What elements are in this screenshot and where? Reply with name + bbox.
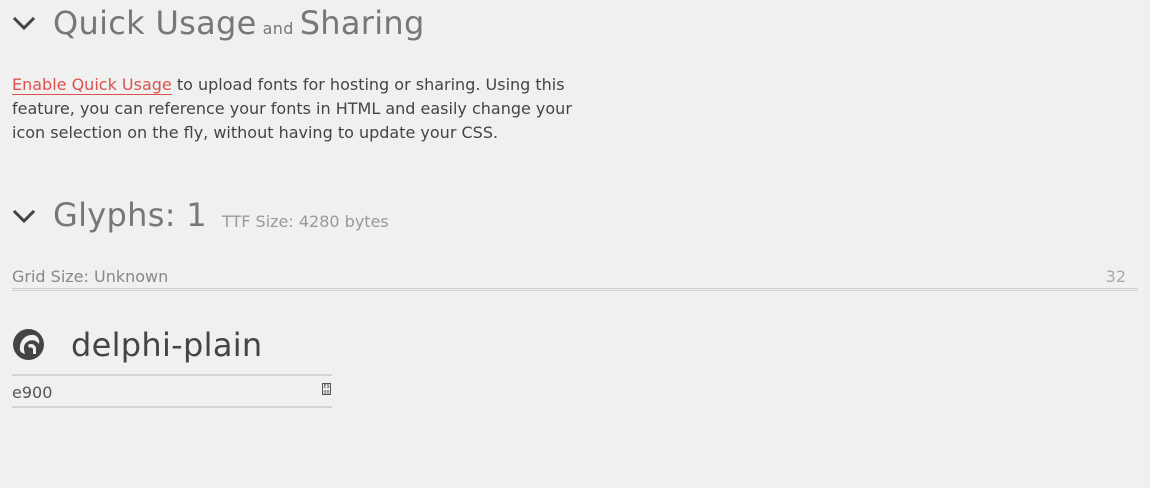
glyphs-heading: Glyphs: 1 — [53, 196, 207, 234]
delphi-helmet-icon[interactable] — [12, 328, 45, 361]
sharing-title: Sharing — [299, 4, 425, 42]
glyph-name[interactable]: delphi-plain — [71, 326, 263, 364]
code-glyph-preview-icon: E9 00 — [322, 383, 331, 396]
quick-usage-heading: Quick Usage and Sharing — [53, 4, 425, 42]
grid-size-row[interactable]: Grid Size: Unknown 32 — [12, 266, 1138, 291]
ttf-size-label: TTF Size: 4280 bytes — [222, 212, 389, 231]
glyph-code-value[interactable]: e900 — [12, 383, 52, 402]
quick-usage-title: Quick Usage — [53, 4, 257, 42]
grid-size-label: Grid Size: Unknown — [12, 267, 169, 286]
grid-size-value[interactable]: 32 — [1106, 267, 1126, 286]
glyph-code-field[interactable]: e900 E9 00 — [12, 374, 332, 408]
quick-usage-description: Enable Quick Usage to upload fonts for h… — [12, 73, 582, 145]
collapse-chevron-icon[interactable] — [12, 11, 38, 37]
quick-usage-and: and — [262, 19, 294, 38]
enable-quick-usage-link[interactable]: Enable Quick Usage — [12, 75, 172, 95]
glyphs-collapse-chevron-icon[interactable] — [12, 204, 38, 230]
